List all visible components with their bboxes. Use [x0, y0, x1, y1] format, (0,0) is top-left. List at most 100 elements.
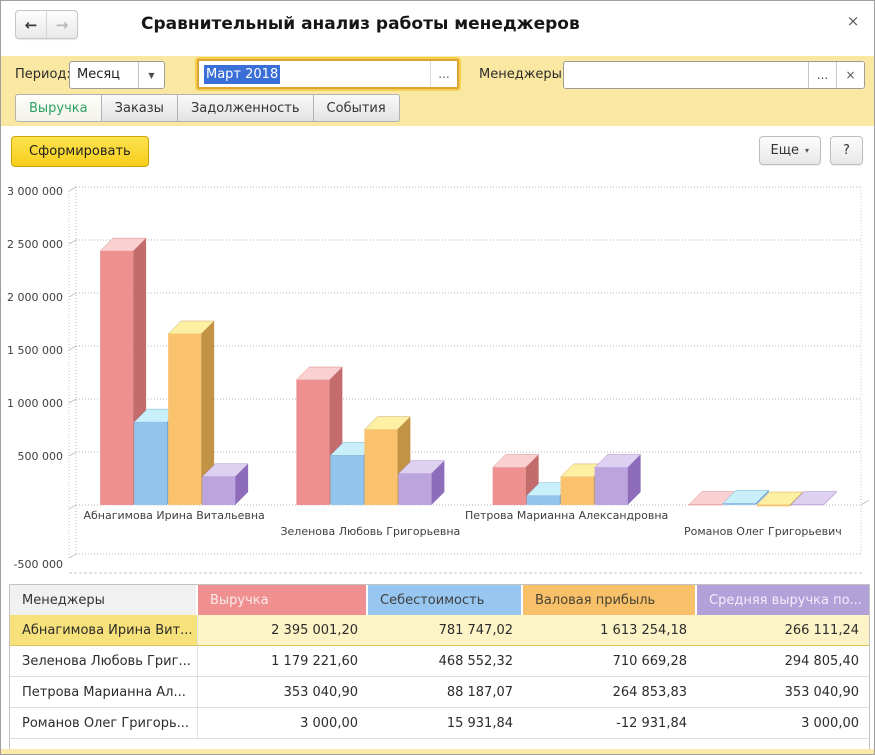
y-axis-tick-label: 1 000 000 — [7, 397, 63, 410]
bar — [723, 503, 756, 505]
y-axis-tick-label: 2 000 000 — [7, 291, 63, 304]
bar — [527, 496, 560, 505]
axis-tick — [69, 346, 76, 350]
page-title: Сравнительный анализ работы менеджеров — [141, 14, 580, 34]
managers-input[interactable] — [564, 62, 808, 88]
cost-cell: 88 187,07 — [368, 677, 523, 707]
chevron-down-icon: ▾ — [805, 146, 809, 155]
tab-orders[interactable]: Заказы — [101, 94, 178, 122]
axis-tick — [69, 399, 76, 403]
tab-revenue[interactable]: Выручка — [15, 94, 102, 122]
period-type-dropdown-button[interactable]: ▼ — [138, 62, 164, 88]
bar — [202, 477, 235, 505]
column-header-revenue[interactable]: Выручка — [198, 585, 368, 615]
ellipsis-icon: ... — [817, 68, 828, 82]
filter-bar: Период: Месяц ▼ Март 2018 ... Менеджеры:… — [1, 56, 874, 126]
bottom-accent-strip — [1, 749, 874, 754]
help-button[interactable]: ? — [830, 136, 863, 165]
command-bar: Сформировать Еще ▾ ? — [1, 126, 874, 176]
column-header-managers[interactable]: Менеджеры — [10, 585, 198, 615]
table-row[interactable]: Абнагимова Ирина Вит... 2 395 001,20 781… — [10, 615, 869, 646]
axis-corner — [69, 554, 76, 558]
tab-debt[interactable]: Задолженность — [177, 94, 314, 122]
column-header-average-revenue[interactable]: Средняя выручка по... — [697, 585, 869, 615]
cost-cell: 15 931,84 — [368, 708, 523, 738]
bar — [134, 422, 167, 505]
period-type-select[interactable]: Месяц ▼ — [69, 61, 165, 89]
bar — [296, 380, 329, 505]
manager-name-cell: Абнагимова Ирина Вит... — [10, 615, 198, 645]
average-revenue-cell: 353 040,90 — [697, 677, 869, 707]
y-axis-tick-label: 500 000 — [18, 450, 64, 463]
chart-svg: 3 000 000 2 500 000 2 000 000 1 500 000 1 00… — [1, 176, 875, 584]
revenue-cell: 3 000,00 — [198, 708, 368, 738]
app-window: ← → Сравнительный анализ работы менеджер… — [0, 0, 875, 755]
x-axis-category-label: Абнагимова Ирина Витальевна — [84, 509, 265, 522]
title-bar: ← → Сравнительный анализ работы менеджер… — [1, 1, 874, 56]
table-row[interactable]: Романов Олег Григорь... 3 000,00 15 931,… — [10, 708, 869, 739]
period-picker-button[interactable]: ... — [430, 61, 457, 87]
bar — [364, 430, 397, 505]
back-button[interactable]: ← — [16, 11, 46, 38]
manager-name-cell: Романов Олег Григорь... — [10, 708, 198, 738]
bar — [689, 505, 722, 506]
forward-arrow-icon: → — [56, 16, 69, 34]
average-revenue-cell: 3 000,00 — [697, 708, 869, 738]
managers-chart: 3 000 000 2 500 000 2 000 000 1 500 000 1 00… — [1, 176, 875, 584]
revenue-cell: 353 040,90 — [198, 677, 368, 707]
x-axis-category-label: Петрова Марианна Александровна — [465, 509, 668, 522]
bar — [791, 505, 824, 506]
average-revenue-cell: 266 111,24 — [697, 615, 869, 645]
y-axis-tick-label: 1 500 000 — [7, 344, 63, 357]
x-axis-category-label: Зеленова Любовь Григорьевна — [280, 525, 460, 538]
tab-events[interactable]: События — [313, 94, 400, 122]
managers-picker-button[interactable]: ... — [808, 62, 836, 88]
ellipsis-icon: ... — [438, 67, 449, 81]
back-arrow-icon: ← — [25, 16, 38, 34]
revenue-cell: 1 179 221,60 — [198, 646, 368, 676]
period-value-selected-text: Март 2018 — [204, 65, 280, 84]
cost-cell: 781 747,02 — [368, 615, 523, 645]
bar — [561, 477, 594, 505]
axis-corner — [861, 500, 869, 505]
managers-clear-button[interactable]: × — [836, 62, 864, 88]
close-icon: × — [847, 12, 860, 30]
forward-button[interactable]: → — [46, 11, 77, 38]
axis-tick — [69, 293, 76, 297]
gross-profit-cell: -12 931,84 — [523, 708, 697, 738]
y-axis-tick-label: 2 500 000 — [7, 238, 63, 251]
generate-button[interactable]: Сформировать — [11, 136, 149, 167]
close-button[interactable]: × — [842, 10, 864, 32]
bar — [330, 455, 363, 505]
y-axis-tick-label: 3 000 000 — [7, 185, 63, 198]
dropdown-icon: ▼ — [148, 71, 154, 80]
managers-field: ... × — [563, 61, 865, 89]
column-header-gross-profit[interactable]: Валовая прибыль — [523, 585, 697, 615]
axis-tick — [69, 452, 76, 456]
bar — [100, 251, 133, 505]
column-header-cost[interactable]: Себестоимость — [368, 585, 523, 615]
managers-label: Менеджеры: — [479, 61, 566, 89]
table-header-row: Менеджеры Выручка Себестоимость Валовая … — [10, 585, 869, 615]
gross-profit-cell: 264 853,83 — [523, 677, 697, 707]
table-row[interactable]: Петрова Марианна Ал... 353 040,90 88 187… — [10, 677, 869, 708]
bar — [757, 505, 790, 506]
bar — [493, 468, 526, 505]
axis-tick — [69, 187, 76, 191]
report-tabs: Выручка Заказы Задолженность События — [15, 94, 400, 122]
axis-tick — [69, 505, 76, 509]
gross-profit-cell: 1 613 254,18 — [523, 615, 697, 645]
results-table: Менеджеры Выручка Себестоимость Валовая … — [9, 584, 870, 755]
average-revenue-cell: 294 805,40 — [697, 646, 869, 676]
manager-name-cell: Зеленова Любовь Григ... — [10, 646, 198, 676]
manager-name-cell: Петрова Марианна Ал... — [10, 677, 198, 707]
gross-profit-cell: 710 669,28 — [523, 646, 697, 676]
more-button[interactable]: Еще ▾ — [759, 136, 821, 165]
cost-cell: 468 552,32 — [368, 646, 523, 676]
period-type-value: Месяц — [70, 62, 138, 88]
bar — [595, 468, 628, 505]
period-value-input[interactable]: Март 2018 ... — [197, 59, 459, 89]
bar — [168, 334, 201, 505]
table-row[interactable]: Зеленова Любовь Григ... 1 179 221,60 468… — [10, 646, 869, 677]
period-label: Период: — [15, 61, 71, 89]
